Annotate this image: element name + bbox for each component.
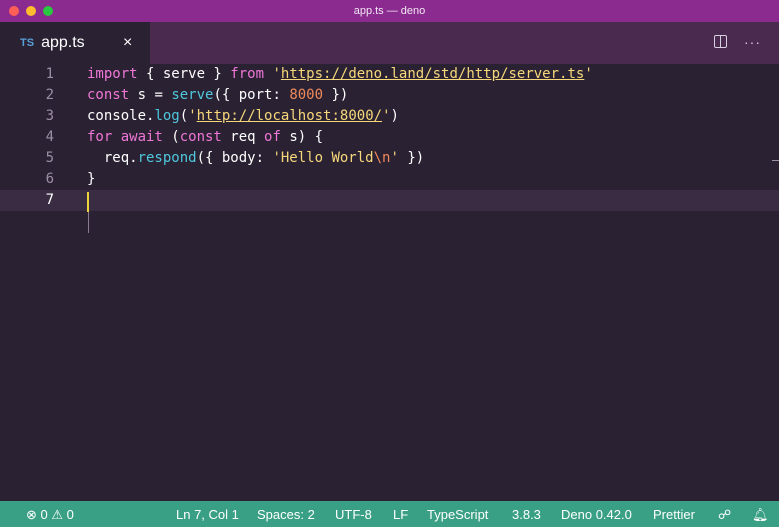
code-token: of xyxy=(264,129,281,145)
code-token: { serve } xyxy=(137,66,231,82)
code-line[interactable]: 7 xyxy=(0,190,779,211)
deno-version[interactable]: Deno 0.42.0 xyxy=(561,507,632,522)
code-token: s) { xyxy=(280,129,324,145)
code-line[interactable]: 5 req.respond({ body: 'Hello World\n' }) xyxy=(0,148,779,169)
window-title: app.ts — deno xyxy=(353,5,426,17)
typescript-version[interactable]: 3.8.3 xyxy=(512,507,541,522)
code-token: ' xyxy=(188,108,197,124)
line-code: } xyxy=(87,169,95,190)
line-code: req.respond({ body: 'Hello World\n' }) xyxy=(87,148,424,169)
line-code: import { serve } from 'https://deno.land… xyxy=(87,64,593,85)
line-number: 7 xyxy=(45,192,54,208)
tab-bar: TS app.ts × ··· xyxy=(0,22,779,64)
line-number: 2 xyxy=(45,87,54,103)
code-token: ({ body: xyxy=(196,150,273,166)
code-token: ) xyxy=(390,108,399,124)
indent-guide xyxy=(88,211,89,233)
code-token: console xyxy=(87,108,147,124)
feedback-icon[interactable]: ☍ xyxy=(718,507,731,523)
problems-indicator[interactable]: ⊗ 0 ⚠ 0 xyxy=(26,507,74,523)
code-token: ' xyxy=(584,66,593,82)
zoom-window-button[interactable] xyxy=(43,6,53,16)
line-number: 1 xyxy=(45,66,54,82)
line-number: 6 xyxy=(45,171,54,187)
indentation-status[interactable]: Spaces: 2 xyxy=(257,507,315,522)
code-token: 'Hello World xyxy=(272,150,374,166)
encoding-status[interactable]: UTF-8 xyxy=(335,507,372,522)
code-token: https://deno.land/std/http/server.ts xyxy=(280,66,585,82)
eol-status[interactable]: LF xyxy=(393,507,408,522)
code-line[interactable]: 4 for await (const req of s) { xyxy=(0,127,779,148)
typescript-file-icon: TS xyxy=(20,37,35,49)
more-actions-icon[interactable]: ··· xyxy=(744,34,761,50)
text-cursor xyxy=(87,192,89,212)
code-token: serve xyxy=(171,87,214,103)
line-code: for await (const req of s) { xyxy=(87,127,323,148)
status-bar: ⊗ 0 ⚠ 0 Ln 7, Col 1 Spaces: 2 UTF-8 LF T… xyxy=(0,501,779,527)
tab-label: app.ts xyxy=(41,34,85,51)
line-number: 5 xyxy=(45,150,54,166)
code-token: for await xyxy=(87,129,163,145)
tab-app-ts[interactable]: TS app.ts × xyxy=(0,22,150,64)
code-line[interactable]: 1 import { serve } from 'https://deno.lan… xyxy=(0,64,779,85)
code-token: req xyxy=(221,129,265,145)
code-token: ' xyxy=(390,150,399,166)
line-code: console.log('http://localhost:8000/') xyxy=(87,106,399,127)
code-token: 8000 xyxy=(289,87,324,103)
line-number: 3 xyxy=(45,108,54,124)
code-token: http://localhost:8000/ xyxy=(196,108,383,124)
code-token: }) xyxy=(323,87,349,103)
title-bar[interactable]: app.ts — deno xyxy=(0,0,779,22)
code-token: }) xyxy=(398,150,425,166)
code-token: respond xyxy=(137,150,197,166)
code-token: ' xyxy=(272,66,281,82)
code-token: log xyxy=(154,108,180,124)
line-code: const s = serve({ port: 8000 }) xyxy=(87,85,348,106)
code-token: ' xyxy=(382,108,391,124)
window-controls xyxy=(9,6,53,16)
close-window-button[interactable] xyxy=(9,6,19,16)
minimize-window-button[interactable] xyxy=(26,6,36,16)
code-line[interactable]: 6} xyxy=(0,169,779,190)
split-editor-icon[interactable] xyxy=(714,35,727,48)
language-mode[interactable]: TypeScript xyxy=(427,507,488,522)
bell-icon[interactable]: 🔔︎ xyxy=(752,507,769,523)
cursor-position[interactable]: Ln 7, Col 1 xyxy=(176,507,239,522)
code-token: ( xyxy=(162,129,180,145)
code-token: ({ port: xyxy=(213,87,290,103)
code-token: ( xyxy=(179,108,189,124)
code-token: s = xyxy=(129,87,172,103)
code-line[interactable]: 3 console.log('http://localhost:8000/') xyxy=(0,106,779,127)
line-number: 4 xyxy=(45,129,54,145)
close-icon[interactable]: × xyxy=(123,34,132,52)
code-token: const xyxy=(87,87,130,103)
editor-window: app.ts — deno TS app.ts × ··· 1 import { … xyxy=(0,0,779,527)
code-token: } xyxy=(87,171,96,187)
code-token: from xyxy=(230,66,265,82)
code-editor[interactable]: 1 import { serve } from 'https://deno.lan… xyxy=(0,64,779,501)
code-token: req. xyxy=(87,150,138,166)
prettier-status[interactable]: Prettier xyxy=(653,507,695,522)
code-token: import xyxy=(87,66,138,82)
code-token: const xyxy=(179,129,222,145)
code-token: \n xyxy=(373,150,391,166)
code-line[interactable]: 2 const s = serve({ port: 8000 }) xyxy=(0,85,779,106)
